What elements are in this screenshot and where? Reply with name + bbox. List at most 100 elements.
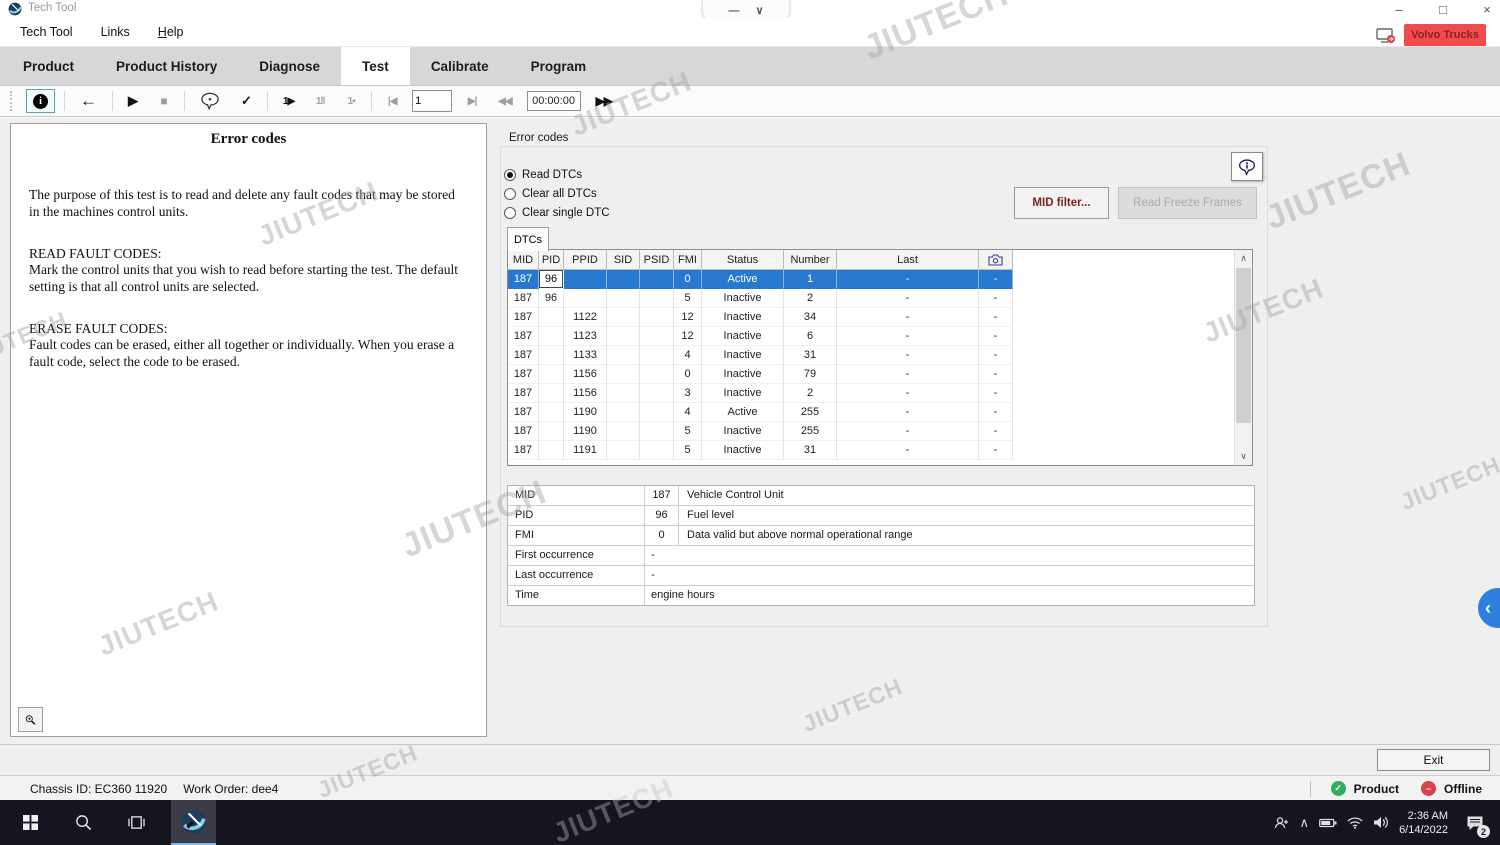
dtc-table-row[interactable]: 187 1190 4 Active 255 - - — [508, 403, 1013, 422]
radio-option[interactable]: Clear single DTC — [504, 203, 610, 222]
dtc-table-row[interactable]: 187 1122 12 Inactive 34 - - — [508, 308, 1013, 327]
groupbox-label: Error codes — [506, 132, 571, 144]
menu-item[interactable]: Help — [158, 25, 184, 39]
cell-sid — [607, 422, 640, 441]
toolbar-separator — [64, 91, 65, 111]
exit-button[interactable]: Exit — [1377, 749, 1490, 771]
taskbar-clock[interactable]: 2:36 AM 6/14/2022 — [1399, 809, 1448, 837]
header-status[interactable]: Status — [702, 250, 784, 270]
cell-freeze-frame: - — [979, 289, 1013, 308]
header-psid[interactable]: PSID — [640, 250, 674, 270]
chevron-up-icon[interactable]: ∧ — [1300, 815, 1310, 831]
detail-description: Vehicle Control Unit — [679, 486, 1254, 505]
dtc-table-row[interactable]: 187 1133 4 Inactive 31 - - — [508, 346, 1013, 365]
fast-forward-button[interactable]: ▶▶ — [590, 89, 618, 113]
rewind-button[interactable]: ◀◀ — [492, 89, 517, 113]
dtc-table-row[interactable]: 187 1156 0 Inactive 79 - - — [508, 365, 1013, 384]
stop-test-button[interactable]: ■ — [153, 89, 175, 113]
header-mid[interactable]: MID — [508, 250, 539, 270]
menu-item[interactable]: Tech Tool — [20, 25, 73, 39]
header-ppid[interactable]: PPID — [564, 250, 607, 270]
scrollbar-thumb[interactable] — [1236, 268, 1251, 423]
header-freeze-frame[interactable] — [979, 250, 1013, 270]
menu-item[interactable]: Links — [101, 25, 130, 39]
cell-number: 31 — [784, 441, 837, 460]
header-number[interactable]: Number — [784, 250, 837, 270]
test-info-button[interactable] — [1231, 152, 1263, 181]
dtc-table-row[interactable]: 187 1190 5 Inactive 255 - - — [508, 422, 1013, 441]
pill-minimize-icon[interactable]: — — [728, 5, 739, 17]
people-icon[interactable] — [1274, 816, 1290, 830]
cell-number: 255 — [784, 403, 837, 422]
radio-option[interactable]: Read DTCs — [504, 165, 610, 184]
start-button[interactable] — [8, 800, 53, 845]
scroll-down-icon[interactable]: ∨ — [1235, 448, 1252, 465]
info-button[interactable]: i — [26, 89, 55, 113]
window-title: Tech Tool — [28, 2, 76, 14]
action-center-button[interactable]: 2 — [1458, 800, 1492, 845]
remote-communication-icon[interactable] — [1376, 28, 1396, 44]
scroll-up-icon[interactable]: ∧ — [1235, 250, 1252, 267]
battery-icon[interactable] — [1319, 818, 1337, 828]
main-tab[interactable]: Calibrate — [410, 47, 510, 86]
radio-option[interactable]: Clear all DTCs — [504, 184, 610, 203]
dtc-table-row[interactable]: 187 1123 12 Inactive 6 - - — [508, 327, 1013, 346]
status-bar: Chassis ID: EC360 11920 Work Order: dee4… — [0, 775, 1500, 801]
maximize-button[interactable]: □ — [1436, 2, 1450, 17]
close-button[interactable]: × — [1480, 2, 1494, 17]
wifi-icon[interactable] — [1347, 817, 1363, 829]
speaker-icon[interactable] — [1373, 816, 1389, 829]
dtc-table-row[interactable]: 187 96 0 Active 1 - - — [508, 270, 1013, 289]
step-pause-button[interactable]: 1‖ — [309, 89, 331, 113]
read-fault-codes-heading: READ FAULT CODES: — [29, 246, 462, 262]
zoom-button[interactable] — [18, 707, 43, 732]
run-test-button[interactable]: ▶ — [122, 89, 144, 113]
cell-psid — [640, 308, 674, 327]
skip-to-start-button[interactable]: |◀ — [381, 89, 403, 113]
cell-last: - — [837, 327, 979, 346]
timer-field[interactable]: 00:00:00 — [527, 91, 581, 111]
step-play-button[interactable]: 1▶ — [277, 89, 300, 113]
tech-tool-logo-icon — [8, 2, 22, 16]
step-stop-button[interactable]: 1▪ — [340, 89, 362, 113]
header-pid[interactable]: PID — [539, 250, 564, 270]
header-fmi[interactable]: FMI — [674, 250, 702, 270]
cell-ppid — [564, 270, 607, 289]
cell-sid — [607, 308, 640, 327]
minimize-button[interactable]: – — [1392, 2, 1406, 17]
task-view-button[interactable] — [114, 800, 159, 845]
back-arrow-icon: ← — [80, 91, 97, 111]
main-tab[interactable]: Test — [341, 47, 410, 86]
back-button[interactable]: ← — [74, 89, 103, 113]
product-status-icon: ✓ — [1331, 781, 1346, 796]
volvo-trucks-button[interactable]: Volvo Trucks — [1404, 24, 1486, 47]
step-counter-input[interactable] — [412, 90, 452, 112]
cell-sid — [607, 270, 640, 289]
info-balloon-icon — [1238, 157, 1256, 177]
main-tab[interactable]: Product — [2, 47, 95, 86]
header-sid[interactable]: SID — [607, 250, 640, 270]
pill-chevron-down-icon[interactable]: ∨ — [755, 4, 763, 17]
cell-pid — [539, 441, 564, 460]
step-stop-icon: 1▪ — [348, 96, 355, 107]
dtc-table-row[interactable]: 187 96 5 Inactive 2 - - — [508, 289, 1013, 308]
main-tab[interactable]: Diagnose — [238, 47, 341, 86]
clock-time: 2:36 AM — [1399, 809, 1448, 823]
skip-end-icon: ▶| — [468, 96, 477, 107]
skip-to-end-button[interactable]: ▶| — [461, 89, 483, 113]
dtc-scrollbar[interactable]: ∧ ∨ — [1234, 250, 1252, 465]
header-last[interactable]: Last — [837, 250, 979, 270]
dtc-table-row[interactable]: 187 1156 3 Inactive 2 - - — [508, 384, 1013, 403]
confirm-button[interactable]: ✓ — [235, 89, 258, 113]
read-freeze-frames-button[interactable]: Read Freeze Frames — [1118, 187, 1257, 219]
help-balloon-button[interactable] — [194, 89, 226, 113]
main-tab[interactable]: Program — [510, 47, 608, 86]
dtc-table-row[interactable]: 187 1191 5 Inactive 31 - - — [508, 441, 1013, 460]
connection-area: Volvo Trucks — [1376, 24, 1486, 47]
cell-fmi: 3 — [674, 384, 702, 403]
main-tab[interactable]: Product History — [95, 47, 238, 86]
taskbar-tech-tool-app[interactable] — [171, 800, 216, 845]
mid-filter-button[interactable]: MID filter... — [1014, 187, 1109, 219]
taskbar-search-button[interactable] — [61, 800, 106, 845]
dtcs-tab[interactable]: DTCs — [507, 227, 549, 251]
